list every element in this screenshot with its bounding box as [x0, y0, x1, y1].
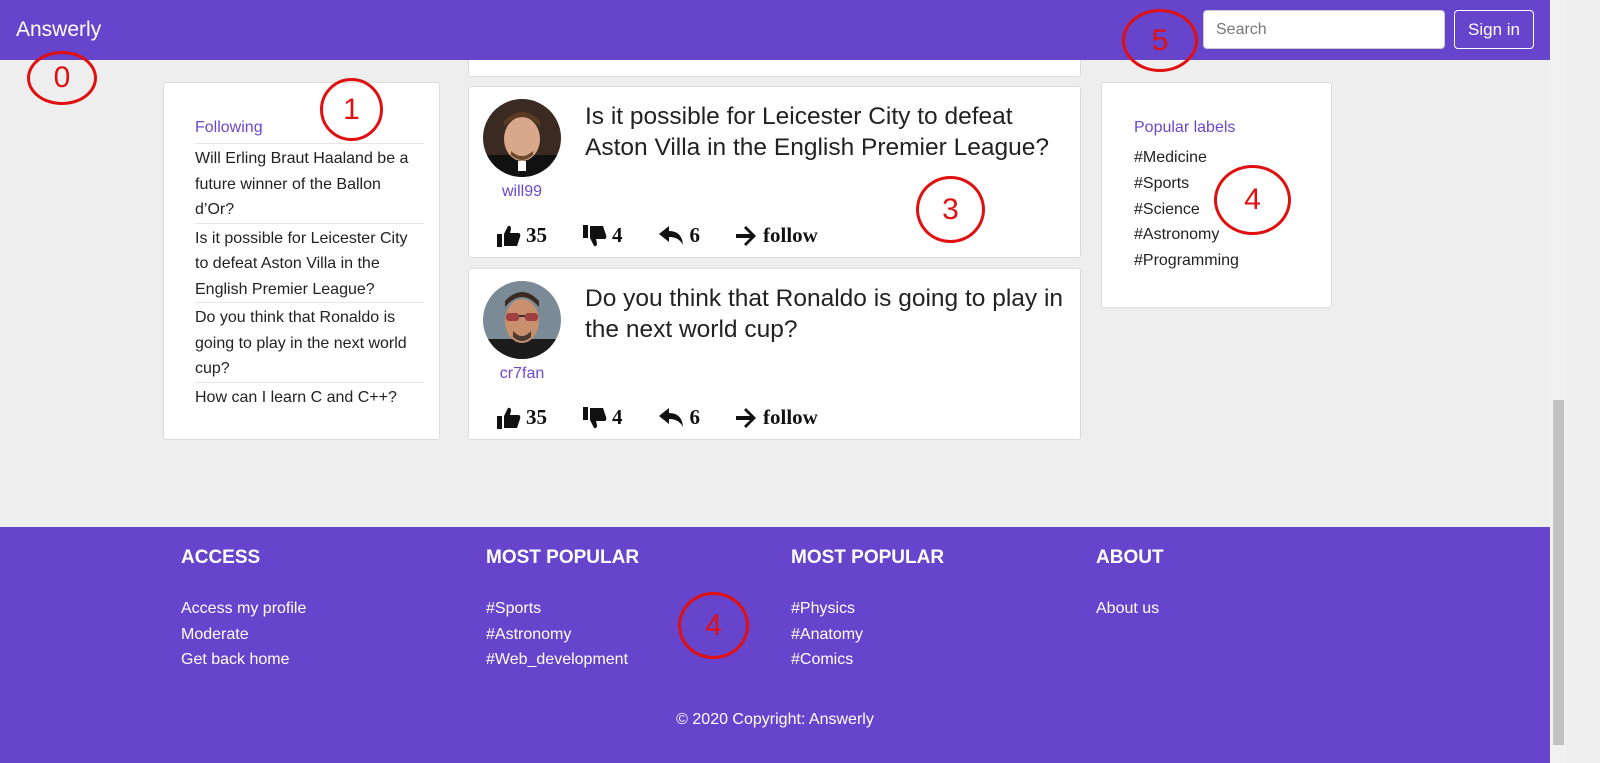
following-item[interactable]: Will Erling Braut Haaland be a future wi…: [195, 144, 424, 224]
reply-button[interactable]: 6: [658, 223, 701, 248]
annotation-marker: 3: [916, 176, 985, 243]
footer-link[interactable]: Get back home: [181, 647, 306, 673]
footer-link[interactable]: Access my profile: [181, 596, 306, 622]
following-title: Following: [195, 119, 424, 144]
footer-link[interactable]: #Sports: [486, 596, 639, 622]
annotation-marker: 4: [678, 592, 749, 659]
following-panel: Following Will Erling Braut Haaland be a…: [163, 82, 440, 440]
reply-icon: [658, 407, 683, 427]
username-link[interactable]: cr7fan: [469, 365, 575, 383]
footer-heading: ACCESS: [181, 547, 261, 568]
footer-link[interactable]: #Astronomy: [486, 622, 639, 648]
question-card: will99 Is it possible for Leicester City…: [468, 86, 1081, 258]
search-input[interactable]: [1203, 10, 1445, 49]
brand-logo-link[interactable]: Answerly: [16, 18, 101, 42]
reply-count: 6: [689, 223, 701, 247]
footer-link[interactable]: #Comics: [791, 647, 944, 673]
arrow-right-icon: [736, 407, 756, 428]
footer-link[interactable]: Moderate: [181, 622, 306, 648]
popular-labels-title: Popular labels: [1134, 119, 1236, 136]
footer-link[interactable]: #Anatomy: [791, 622, 944, 648]
follow-button[interactable]: follow: [736, 223, 818, 248]
footer-heading: ABOUT: [1096, 547, 1164, 568]
reply-icon: [658, 225, 683, 245]
annotation-marker: 4: [1214, 165, 1291, 235]
like-count: 35: [526, 223, 547, 247]
dislike-button[interactable]: 4: [583, 223, 623, 248]
top-navbar: Answerly Sign in: [0, 0, 1550, 60]
annotation-marker: 1: [320, 78, 383, 141]
reply-count: 6: [689, 405, 701, 429]
user-avatar[interactable]: [483, 281, 561, 359]
follow-label: follow: [763, 223, 818, 247]
footer-column-most-popular-2: MOST POPULAR #Physics #Anatomy #Comics: [791, 547, 944, 673]
footer: ACCESS Access my profile Moderate Get ba…: [0, 527, 1550, 763]
follow-button[interactable]: follow: [736, 405, 818, 430]
question-card: cr7fan Do you think that Ronaldo is goin…: [468, 268, 1081, 440]
thumbs-up-icon: [497, 407, 521, 429]
footer-link[interactable]: #Web_development: [486, 647, 639, 673]
following-item[interactable]: Is it possible for Leicester City to def…: [195, 224, 424, 303]
dislike-count: 4: [612, 223, 623, 247]
label-link[interactable]: #Programming: [1134, 248, 1331, 274]
thumbs-up-icon: [497, 225, 521, 247]
footer-column-most-popular: MOST POPULAR #Sports #Astronomy #Web_dev…: [486, 547, 639, 673]
question-actions: 35 4 6 follow: [497, 223, 854, 248]
footer-column-about: ABOUT About us: [1096, 547, 1164, 622]
footer-column-access: ACCESS Access my profile Moderate Get ba…: [181, 547, 306, 673]
dislike-count: 4: [612, 405, 623, 429]
footer-heading: MOST POPULAR: [791, 547, 945, 568]
footer-link[interactable]: #Physics: [791, 596, 944, 622]
scrollbar-thumb[interactable]: [1553, 400, 1564, 745]
annotation-marker: 0: [27, 51, 97, 105]
reply-button[interactable]: 6: [658, 405, 701, 430]
question-title[interactable]: Is it possible for Leicester City to def…: [585, 101, 1075, 163]
question-actions: 35 4 6 follow: [497, 405, 854, 430]
thumbs-down-icon: [583, 406, 607, 428]
label-link[interactable]: #Medicine: [1134, 145, 1331, 171]
username-link[interactable]: will99: [469, 183, 575, 201]
like-button[interactable]: 35: [497, 405, 547, 430]
arrow-right-icon: [736, 225, 756, 246]
sign-in-button[interactable]: Sign in: [1454, 10, 1534, 49]
following-item[interactable]: How can I learn C and C++?: [195, 383, 424, 411]
question-title[interactable]: Do you think that Ronaldo is going to pl…: [585, 283, 1075, 345]
follow-label: follow: [763, 405, 818, 429]
copyright-text: © 2020 Copyright: Answerly: [676, 711, 874, 728]
like-button[interactable]: 35: [497, 223, 547, 248]
like-count: 35: [526, 405, 547, 429]
thumbs-down-icon: [583, 224, 607, 246]
dislike-button[interactable]: 4: [583, 405, 623, 430]
footer-link[interactable]: About us: [1096, 596, 1164, 622]
following-item[interactable]: Do you think that Ronaldo is going to pl…: [195, 303, 424, 383]
annotation-marker: 5: [1122, 9, 1198, 72]
footer-heading: MOST POPULAR: [486, 547, 640, 568]
user-avatar[interactable]: [483, 99, 561, 177]
